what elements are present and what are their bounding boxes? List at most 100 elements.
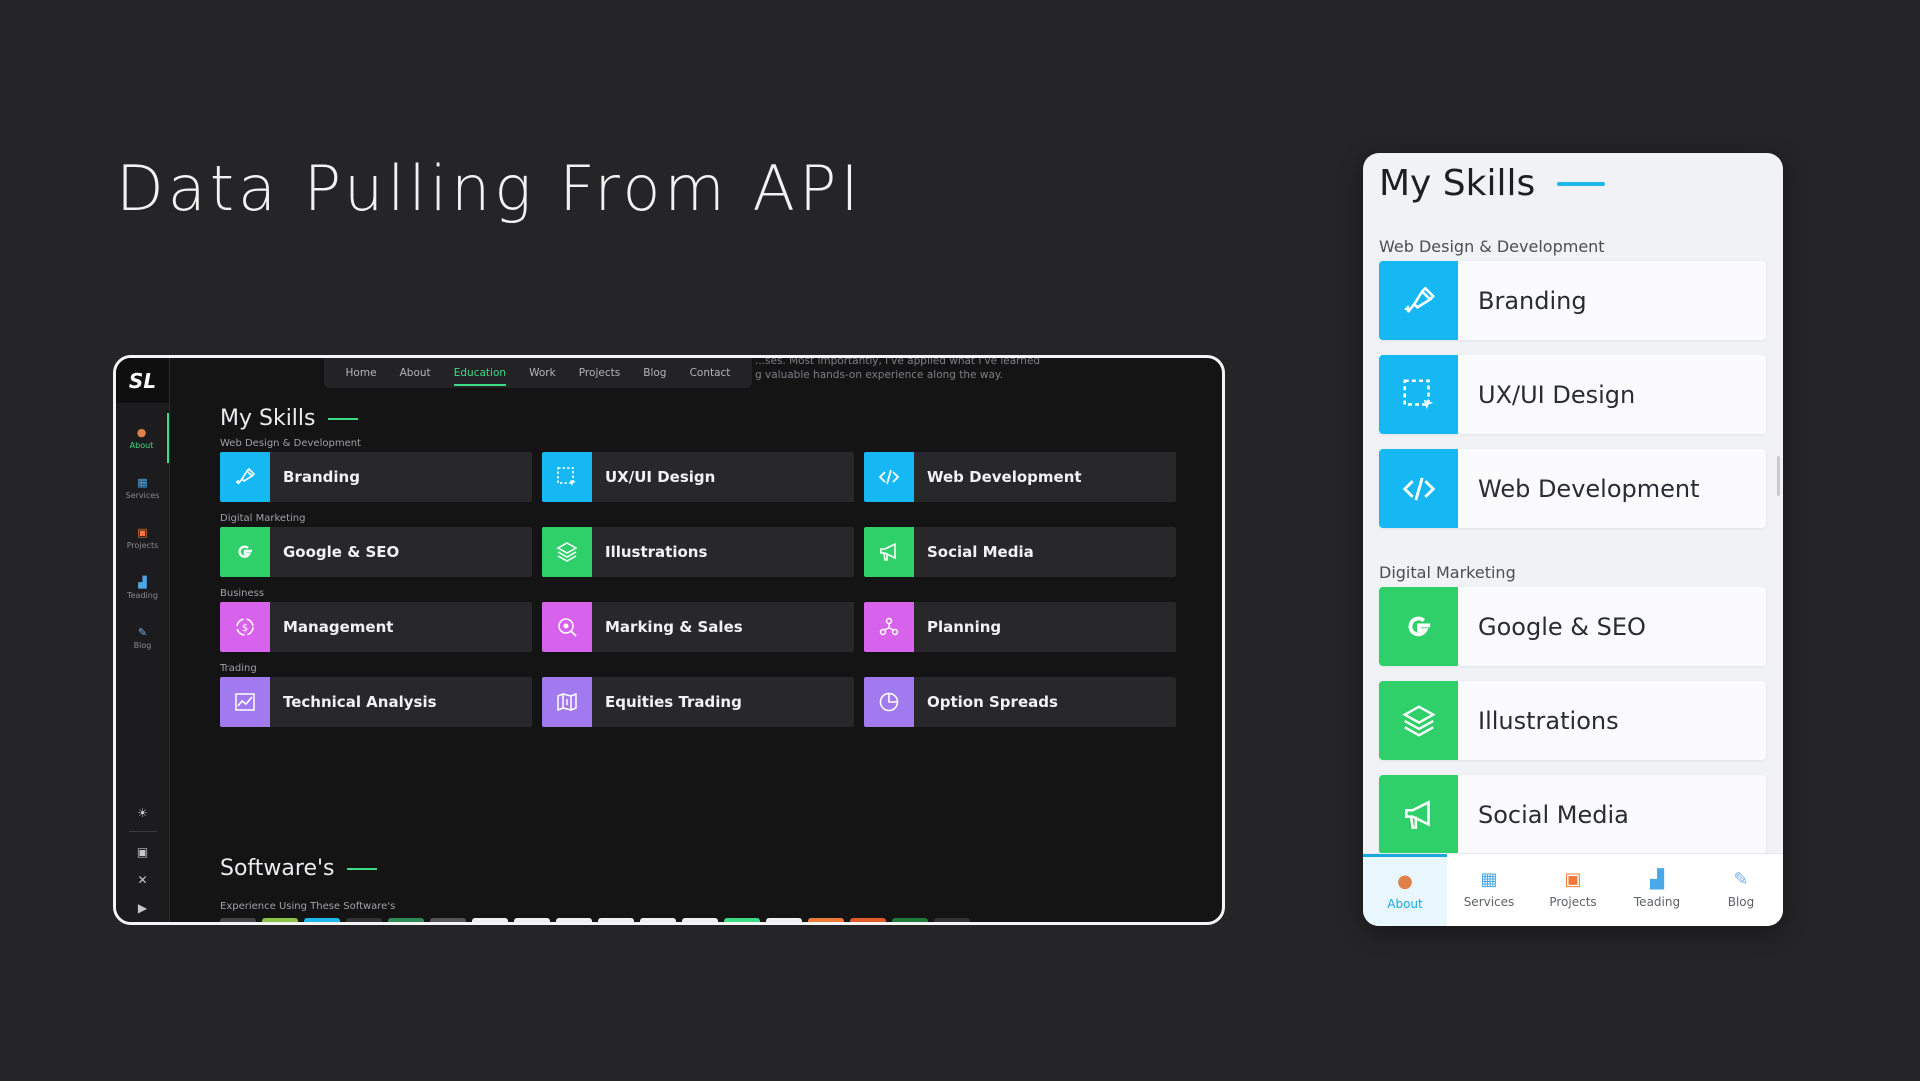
- sidebar-item-label: Services: [125, 490, 160, 500]
- software-heading: Software's: [220, 856, 377, 881]
- software-logo[interactable]: [934, 918, 970, 922]
- top-nav: Home About Education Work Projects Blog …: [324, 358, 752, 388]
- skill-card-social-media[interactable]: Social Media: [1379, 775, 1766, 854]
- sidebar-item-blog[interactable]: ✎ Blog: [116, 613, 169, 663]
- sidebar-item-label: About: [129, 440, 154, 450]
- nav-blog[interactable]: Blog: [643, 367, 666, 379]
- intro-line: ...ses. Most importantly, I've applied w…: [755, 355, 1041, 367]
- software-logo[interactable]: [556, 918, 592, 922]
- divider: [128, 831, 157, 832]
- skills-heading: My Skills: [220, 406, 358, 431]
- skill-label: Planning: [927, 618, 1002, 636]
- software-logo[interactable]: [346, 918, 382, 922]
- nav-home[interactable]: Home: [346, 367, 377, 379]
- nav-about[interactable]: About: [400, 367, 431, 379]
- bottom-nav-services[interactable]: ▦ Services: [1447, 854, 1531, 926]
- software-logo[interactable]: [640, 918, 676, 922]
- software-logo[interactable]: [220, 918, 256, 922]
- skill-card-ux-ui-design[interactable]: UX/UI Design: [1379, 355, 1766, 434]
- heading-accent-bar: [1557, 181, 1606, 186]
- intro-text: ...ses. Most importantly, I've applied w…: [755, 355, 1041, 382]
- skill-card-web-development[interactable]: Web Development: [1379, 449, 1766, 528]
- skill-card-web-development[interactable]: Web Development: [864, 452, 1176, 502]
- software-logo[interactable]: [514, 918, 550, 922]
- skill-label: Branding: [283, 468, 360, 486]
- skill-card-social-media[interactable]: Social Media: [864, 527, 1176, 577]
- skill-card-marking-sales[interactable]: Marking & Sales: [542, 602, 854, 652]
- sidebar-item-projects[interactable]: ▣ Projects: [116, 513, 169, 563]
- software-logo[interactable]: [430, 918, 466, 922]
- intro-line: g valuable hands-on experience along the…: [755, 369, 1003, 381]
- skill-card-google-seo[interactable]: Google & SEO: [220, 527, 532, 577]
- chart-icon: ▟: [138, 575, 147, 589]
- logo[interactable]: SL: [116, 358, 169, 403]
- nav-projects[interactable]: Projects: [579, 367, 620, 379]
- nav-education[interactable]: Education: [453, 367, 507, 386]
- sidebar-item-services[interactable]: ▦ Services: [116, 463, 169, 513]
- skill-card-option-spreads[interactable]: Option Spreads: [864, 677, 1176, 727]
- skill-card-equities-trading[interactable]: Equities Trading: [542, 677, 854, 727]
- skill-label: Google & SEO: [1478, 612, 1646, 641]
- linkedin-icon[interactable]: ▣: [137, 838, 148, 866]
- software-logo[interactable]: [850, 918, 886, 922]
- skill-card-ux-ui-design[interactable]: UX/UI Design: [542, 452, 854, 502]
- sidebar-item-about[interactable]: ● About: [116, 413, 169, 463]
- software-logo[interactable]: [304, 918, 340, 922]
- bottom-nav-label: Services: [1463, 895, 1515, 909]
- sidebar-item-teading[interactable]: ▟ Teading: [116, 563, 169, 613]
- skill-card-branding[interactable]: Branding: [1379, 261, 1766, 340]
- skill-card-branding[interactable]: Branding: [220, 452, 532, 502]
- services-icon: ▦: [137, 475, 148, 489]
- skill-label: Illustrations: [1478, 706, 1619, 735]
- software-logo[interactable]: [808, 918, 844, 922]
- skill-card-planning[interactable]: Planning: [864, 602, 1176, 652]
- nav-work[interactable]: Work: [529, 367, 556, 379]
- scrollbar[interactable]: [1777, 456, 1780, 496]
- software-logo[interactable]: [598, 918, 634, 922]
- sidebar-item-label: Blog: [133, 640, 152, 650]
- desktop-content: Home About Education Work Projects Blog …: [220, 358, 1222, 922]
- mobile-skills-title: My Skills: [1379, 163, 1536, 204]
- nav-contact[interactable]: Contact: [690, 367, 731, 379]
- software-logo[interactable]: [262, 918, 298, 922]
- management-icon: $: [220, 602, 270, 652]
- theme-toggle-icon[interactable]: ☀: [137, 799, 148, 827]
- skill-label: Social Media: [1478, 800, 1629, 829]
- bottom-nav-label: Teading: [1633, 895, 1681, 909]
- software-logo[interactable]: [724, 918, 760, 922]
- software-logo[interactable]: [472, 918, 508, 922]
- social-media-icon: [864, 527, 914, 577]
- bottom-nav-teading[interactable]: ▟ Teading: [1615, 854, 1699, 926]
- person-icon: ●: [1397, 870, 1413, 892]
- skill-card-illustrations[interactable]: Illustrations: [542, 527, 854, 577]
- desktop-sidebar: SL ● About ▦ Services ▣ Projects ▟ Teadi…: [116, 358, 170, 922]
- skill-label: Google & SEO: [283, 543, 400, 561]
- bottom-nav-label: Blog: [1727, 895, 1755, 909]
- google-seo-icon: [1379, 587, 1458, 666]
- sidebar-bottom: ☀ ▣ ✕ ▶: [116, 799, 169, 922]
- software-logo[interactable]: [766, 918, 802, 922]
- projects-icon: ▣: [1564, 869, 1582, 890]
- skill-card-illustrations[interactable]: Illustrations: [1379, 681, 1766, 760]
- mobile-skills-heading: My Skills: [1379, 163, 1606, 204]
- skill-label: Equities Trading: [605, 693, 742, 711]
- x-icon[interactable]: ✕: [137, 866, 147, 894]
- category-label: Digital Marketing: [220, 513, 306, 524]
- bottom-nav-about[interactable]: ● About: [1363, 854, 1447, 926]
- skill-card-google-seo[interactable]: Google & SEO: [1379, 587, 1766, 666]
- illustrations-icon: [1379, 681, 1458, 760]
- software-subtitle: Experience Using These Software's: [220, 901, 396, 912]
- software-logo[interactable]: [388, 918, 424, 922]
- category-label: Trading: [220, 663, 257, 674]
- skill-card-management[interactable]: $ Management: [220, 602, 532, 652]
- bottom-nav-blog[interactable]: ✎ Blog: [1699, 854, 1783, 926]
- software-logo[interactable]: [892, 918, 928, 922]
- skill-label: Option Spreads: [927, 693, 1058, 711]
- skill-label: Web Development: [927, 468, 1082, 486]
- bottom-nav-projects[interactable]: ▣ Projects: [1531, 854, 1615, 926]
- youtube-icon[interactable]: ▶: [138, 894, 147, 922]
- bottom-nav-label: About: [1387, 896, 1423, 911]
- blog-icon: ✎: [137, 625, 148, 639]
- skill-card-technical-analysis[interactable]: Technical Analysis: [220, 677, 532, 727]
- software-logo[interactable]: [682, 918, 718, 922]
